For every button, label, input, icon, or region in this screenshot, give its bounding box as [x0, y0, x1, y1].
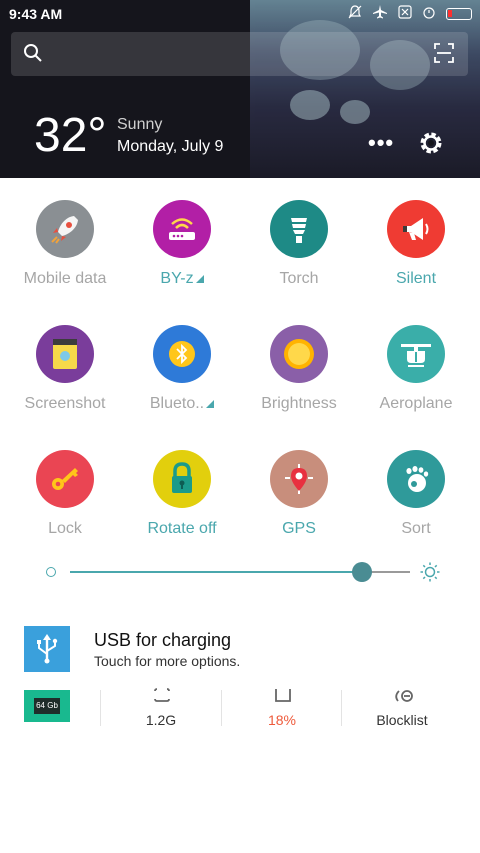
brightness-low-icon [46, 567, 56, 577]
toggle-label: Brightness [239, 395, 359, 413]
toggle-label-text: Mobile data [23, 270, 107, 287]
blocklist-button[interactable]: Blocklist [342, 686, 462, 738]
brightness-high-icon [420, 562, 440, 582]
bulb-icon[interactable] [270, 200, 328, 258]
weather-date: Monday, July 9 [117, 138, 224, 155]
padlock-icon[interactable] [153, 450, 211, 508]
weather-temperature[interactable]: 32° [34, 108, 107, 163]
toggle-lock[interactable]: Lock [5, 442, 125, 552]
alarm-icon [422, 5, 436, 22]
toggle-label-text: Silent [395, 270, 437, 287]
storage-chip-icon[interactable]: 64 Gb [24, 690, 70, 722]
location-pin-icon[interactable] [270, 450, 328, 508]
toggle-aeroplane[interactable]: Aeroplane [356, 317, 476, 427]
footprint-icon[interactable] [387, 450, 445, 508]
toggle-brightness[interactable]: Brightness [239, 317, 359, 427]
brightness-fill [70, 571, 363, 573]
toggle-mobile-data[interactable]: Mobile data [5, 192, 125, 302]
tools-row: 64 Gb 1.2G 18% Blocklist [0, 686, 480, 738]
toggle-label-text: Sort [401, 520, 431, 537]
toggle-gps[interactable]: GPS [239, 442, 359, 552]
wifi-router-icon[interactable] [153, 200, 211, 258]
battery-icon [275, 689, 291, 702]
toggle-rotate-off[interactable]: Rotate off [122, 442, 242, 552]
bluetooth-icon[interactable] [153, 325, 211, 383]
storage-badge: 64 Gb [34, 698, 60, 714]
airplane-icon [372, 5, 388, 22]
megaphone-icon[interactable] [387, 200, 445, 258]
screenshot-icon[interactable] [36, 325, 94, 383]
key-icon[interactable] [36, 450, 94, 508]
brightness-thumb[interactable] [352, 562, 373, 582]
notification-title: USB for charging [94, 630, 232, 650]
toggle-screenshot[interactable]: Screenshot [5, 317, 125, 427]
notification-subtitle: Touch for more options. [94, 653, 241, 669]
toggle-label-text: Brightness [261, 395, 337, 412]
toggle-by-z[interactable]: BY-z [122, 192, 242, 302]
memory-icon [154, 688, 170, 702]
expand-triangle-icon[interactable] [206, 399, 215, 408]
toggle-label-text: GPS [282, 520, 316, 537]
toggle-label-text: Blueto.. [149, 395, 205, 412]
toggle-label-text: Screenshot [24, 395, 106, 412]
toggle-blueto[interactable]: Blueto.. [122, 317, 242, 427]
toggle-label-text: Rotate off [147, 520, 217, 537]
usb-icon [24, 626, 70, 672]
blocklist-icon [395, 690, 413, 702]
gear-icon[interactable] [418, 130, 444, 156]
toggle-sort[interactable]: Sort [356, 442, 476, 552]
toggle-label: Mobile data [5, 270, 125, 288]
memory-value: 1.2G [145, 712, 177, 728]
toggle-label: Sort [356, 520, 476, 538]
battery-saver[interactable]: 18% [222, 686, 342, 738]
status-time: 9:43 AM [9, 6, 63, 22]
toggle-label: Torch [239, 270, 359, 288]
toggle-label: Rotate off [122, 520, 242, 538]
notification-header: 9:43 AM 32° Sunny Monday, July 9 ••• [0, 0, 480, 178]
search-bar[interactable] [11, 32, 468, 76]
memory-cleaner[interactable]: 1.2G [101, 686, 221, 738]
helicopter-icon[interactable] [387, 325, 445, 383]
search-icon[interactable] [23, 43, 43, 63]
toggle-label: Lock [5, 520, 125, 538]
battery-value: 18% [267, 712, 297, 728]
scan-icon[interactable] [434, 43, 454, 63]
toggle-torch[interactable]: Torch [239, 192, 359, 302]
silent-bell-icon [348, 5, 362, 22]
toggle-label: Screenshot [5, 395, 125, 413]
more-button[interactable]: ••• [368, 130, 394, 156]
expand-triangle-icon[interactable] [195, 274, 204, 283]
usb-notification[interactable]: USB for charging Touch for more options. [0, 620, 480, 680]
toggle-label-text: BY-z [160, 270, 194, 287]
toggle-label: BY-z [122, 270, 242, 288]
weather-condition: Sunny [117, 116, 163, 133]
toggle-label: GPS [239, 520, 359, 538]
toggle-label-text: Lock [48, 520, 82, 537]
toggle-label: Blueto.. [122, 395, 242, 413]
battery-low-icon [446, 7, 472, 20]
rocket-icon[interactable] [36, 200, 94, 258]
toggle-silent[interactable]: Silent [356, 192, 476, 302]
status-bar: 9:43 AM [0, 0, 480, 28]
brightness-track[interactable] [70, 562, 410, 582]
blocklist-label: Blocklist [376, 712, 428, 728]
brightness-slider[interactable] [44, 560, 444, 584]
toggle-label-text: Aeroplane [379, 395, 453, 412]
toggle-label: Silent [356, 270, 476, 288]
sun-icon[interactable] [270, 325, 328, 383]
sim-off-icon [398, 5, 412, 22]
toggle-label: Aeroplane [356, 395, 476, 413]
toggle-label-text: Torch [279, 270, 319, 287]
